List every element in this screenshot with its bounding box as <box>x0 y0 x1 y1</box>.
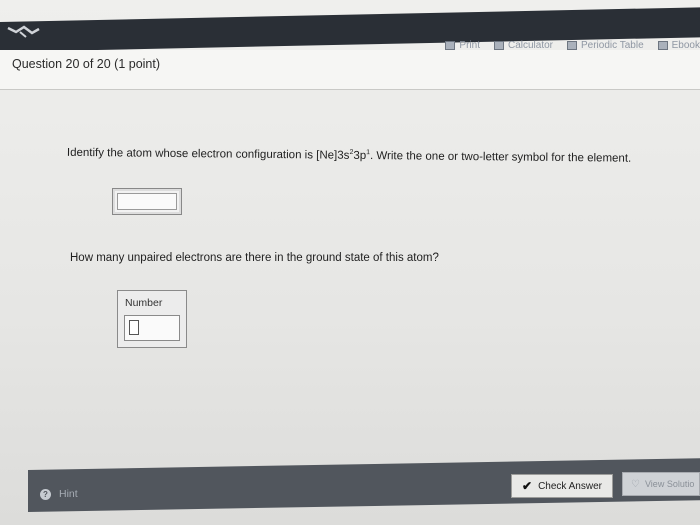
check-answer-button[interactable]: ✔ Check Answer <box>511 474 613 498</box>
element-symbol-input[interactable] <box>112 188 182 215</box>
calculator-label: Calculator <box>507 39 553 51</box>
app-logo-icon <box>7 25 40 38</box>
view-solution-button[interactable]: ♡ View Solutio <box>622 472 700 496</box>
book-icon <box>657 40 668 50</box>
calculator-button[interactable]: Calculator <box>493 39 553 51</box>
print-button[interactable]: Print <box>445 40 480 51</box>
hint-label: Hint <box>59 488 78 500</box>
prompt1-text-b: 3p <box>353 149 367 162</box>
lightbulb-icon: ♡ <box>631 478 640 490</box>
input-cursor-box <box>129 320 139 335</box>
check-answer-label: Check Answer <box>538 480 602 492</box>
periodic-table-label: Periodic Table <box>581 39 644 51</box>
number-label: Number <box>125 297 163 309</box>
unpaired-electrons-box: Number <box>117 290 187 348</box>
periodic-table-icon <box>567 40 577 50</box>
ebook-label: Ebook <box>671 39 700 51</box>
view-solution-label: View Solutio <box>644 479 695 489</box>
question-prompt-part2: How many unpaired electrons are there in… <box>70 252 439 264</box>
question-title: Question 20 of 20 (1 point) <box>12 57 161 71</box>
periodic-table-button[interactable]: Periodic Table <box>567 40 644 51</box>
hint-icon: ? <box>40 488 51 500</box>
print-icon <box>445 40 456 50</box>
calculator-icon <box>493 40 504 50</box>
ebook-button[interactable]: Ebook <box>657 39 700 51</box>
unpaired-electrons-input[interactable] <box>124 315 180 341</box>
checkmark-icon: ✔ <box>522 479 533 493</box>
print-label: Print <box>459 39 480 51</box>
hint-button[interactable]: ? Hint <box>40 488 78 500</box>
element-symbol-field[interactable] <box>117 193 177 210</box>
